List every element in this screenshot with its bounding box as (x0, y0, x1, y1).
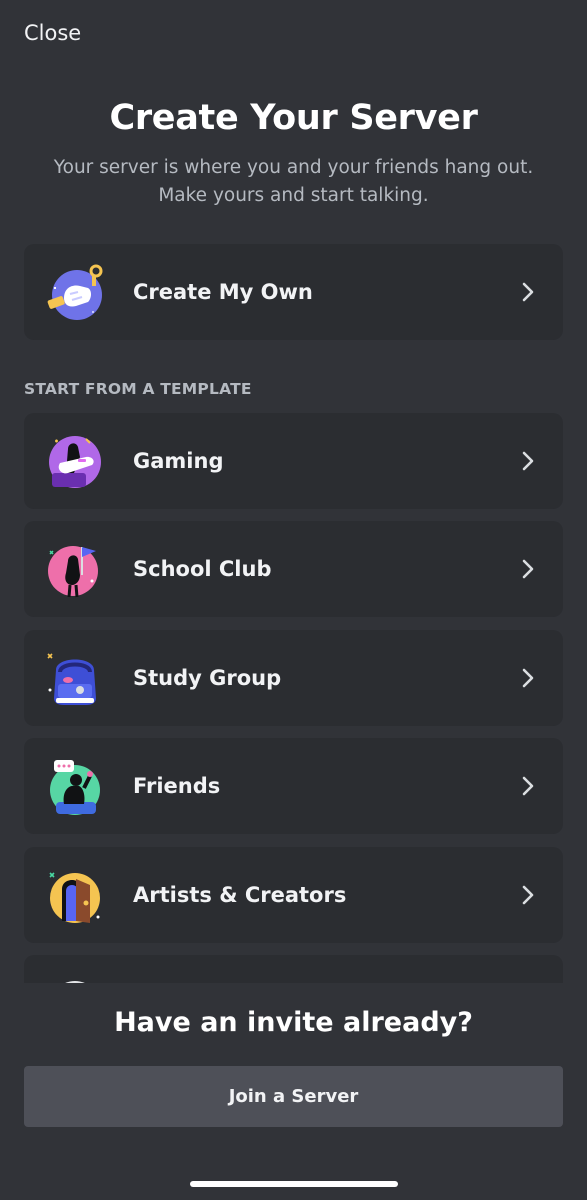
close-button[interactable]: Close (24, 19, 81, 47)
subtitle-line-2: Make yours and start talking. (158, 185, 429, 206)
page-title: Create Your Server (109, 98, 478, 138)
school-club-icon (48, 546, 98, 598)
study-group-icon (47, 653, 96, 705)
template-list[interactable]: Gaming School Club Study Group Friends A… (0, 405, 587, 983)
template-partial-icon (65, 981, 85, 983)
chevron-right-icon (522, 668, 534, 688)
home-indicator (190, 1181, 398, 1187)
template-label: School Club (133, 557, 272, 581)
template-gaming[interactable]: Gaming (24, 413, 563, 509)
artists-creators-icon (49, 872, 100, 923)
template-label: Friends (133, 774, 221, 798)
template-label: Artists & Creators (133, 883, 347, 907)
chevron-right-icon (522, 282, 534, 302)
gaming-icon (49, 436, 101, 488)
create-my-own-label: Create My Own (133, 280, 313, 304)
chevron-right-icon (522, 885, 534, 905)
template-section-label: START FROM A TEMPLATE (24, 380, 252, 398)
template-label: Study Group (133, 666, 282, 690)
create-my-own-button[interactable]: Create My Own (24, 244, 563, 340)
create-own-icon (47, 264, 103, 320)
chevron-right-icon (522, 559, 534, 579)
template-friends[interactable]: Friends (24, 738, 563, 834)
page-subtitle: Your server is where you and your friend… (40, 154, 547, 210)
chevron-right-icon (522, 776, 534, 796)
template-partial-card[interactable] (24, 955, 563, 983)
template-artists-creators[interactable]: Artists & Creators (24, 847, 563, 943)
invite-heading: Have an invite already? (114, 1007, 473, 1038)
chevron-right-icon (522, 451, 534, 471)
join-server-button[interactable]: Join a Server (24, 1066, 563, 1127)
template-label: Gaming (133, 449, 224, 473)
template-study-group[interactable]: Study Group (24, 630, 563, 726)
subtitle-line-1: Your server is where you and your friend… (53, 157, 534, 178)
template-school-club[interactable]: School Club (24, 521, 563, 617)
friends-icon (50, 760, 100, 815)
